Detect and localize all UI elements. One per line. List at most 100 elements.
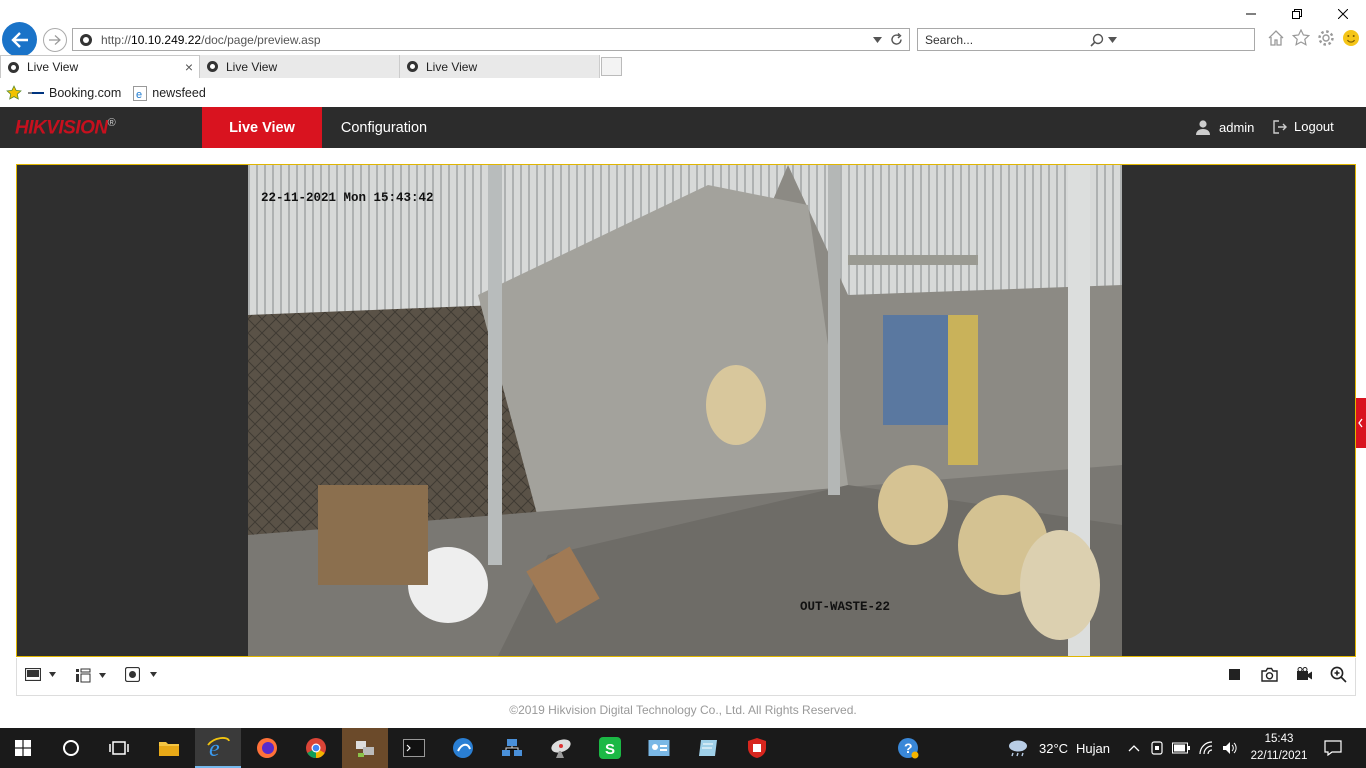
nav-configuration[interactable]: Configuration — [322, 107, 446, 148]
new-tab-button[interactable] — [601, 57, 622, 76]
firefox-icon — [257, 738, 277, 758]
help-question-icon: ? — [898, 738, 919, 759]
tab-live-view-1[interactable]: Live View × — [0, 55, 200, 78]
restore-button[interactable] — [1274, 0, 1320, 28]
user-menu[interactable]: admin — [1195, 119, 1254, 135]
notification-icon — [1324, 740, 1342, 756]
favorite-newsfeed[interactable]: e newsfeed — [133, 85, 206, 101]
stream-type-selector[interactable] — [75, 668, 106, 683]
tab-live-view-2[interactable]: Live View — [200, 55, 400, 78]
ie-page-icon: e — [133, 85, 148, 101]
search-box[interactable]: Search... — [917, 28, 1255, 51]
weather-rain-icon[interactable] — [1005, 738, 1031, 758]
weather-description[interactable]: Hujan — [1076, 741, 1110, 756]
booking-icon — [28, 92, 44, 94]
forward-button[interactable] — [43, 28, 67, 52]
taskbar-remote-app[interactable] — [440, 728, 486, 768]
cortana-circle-icon — [63, 740, 79, 756]
nav-live-view[interactable]: Live View — [202, 107, 322, 148]
favorites-add-icon[interactable] — [6, 85, 22, 101]
hikvision-logo: HIKVISION® — [15, 117, 116, 139]
record-button[interactable] — [1296, 667, 1313, 682]
digital-zoom-button[interactable] — [1330, 666, 1347, 683]
taskbar-terminal[interactable] — [391, 728, 437, 768]
favorite-label: Booking.com — [49, 86, 122, 100]
tab-close-icon[interactable]: × — [185, 59, 193, 75]
copyright-text: ©2019 Hikvision Digital Technology Co., … — [509, 703, 857, 717]
wifi-icon[interactable] — [1198, 741, 1214, 755]
ptz-panel-toggle[interactable] — [1356, 398, 1366, 448]
taskbar-contacts[interactable] — [636, 728, 682, 768]
folder-icon — [159, 742, 179, 756]
taskbar-search-button[interactable] — [48, 728, 94, 768]
favorites-star-icon[interactable] — [1292, 29, 1310, 47]
address-url[interactable]: http://10.10.249.22/doc/page/preview.asp — [101, 33, 873, 47]
system-tray: 32°C Hujan — [1005, 728, 1238, 768]
battery-icon[interactable] — [1172, 742, 1191, 754]
browser-toolbar — [1267, 29, 1360, 47]
taskbar-internet-explorer[interactable]: e — [195, 728, 241, 768]
home-icon[interactable] — [1267, 29, 1285, 47]
tab-label: Live View — [27, 60, 79, 74]
favorite-label: newsfeed — [152, 86, 206, 100]
network-monitor-icon — [502, 739, 522, 756]
taskbar-help[interactable]: ? — [885, 728, 931, 768]
search-icon[interactable] — [1090, 33, 1104, 47]
gear-icon[interactable] — [1317, 29, 1335, 47]
smiley-feedback-icon[interactable] — [1342, 29, 1360, 47]
window-layout-icon — [25, 668, 41, 681]
chevron-down-icon — [150, 672, 157, 677]
task-view-button[interactable] — [96, 728, 142, 768]
taskbar-spreadsheet[interactable]: S — [587, 728, 633, 768]
clock-date: 22/11/2021 — [1250, 750, 1308, 762]
volume-icon[interactable] — [1222, 741, 1238, 755]
nav-live-view-label: Live View — [229, 119, 295, 136]
spreadsheet-s-icon: S — [599, 737, 621, 759]
network-computers-icon — [356, 741, 374, 757]
taskbar-network-monitor[interactable] — [489, 728, 535, 768]
svg-text:S: S — [605, 741, 615, 758]
capture-button[interactable] — [1261, 667, 1278, 682]
logout-icon — [1273, 119, 1287, 134]
taskbar-chrome[interactable] — [293, 728, 339, 768]
taskbar-satellite-app[interactable] — [538, 728, 584, 768]
logout-button[interactable]: Logout — [1273, 119, 1334, 134]
user-icon — [1196, 120, 1210, 135]
back-button[interactable] — [2, 22, 37, 57]
taskbar-firefox[interactable] — [244, 728, 290, 768]
plugin-selector[interactable] — [125, 667, 157, 682]
weather-temperature[interactable]: 32°C — [1039, 741, 1068, 756]
clock-time: 15:43 — [1264, 733, 1294, 745]
nav-configuration-label: Configuration — [340, 119, 428, 136]
taskbar-file-explorer[interactable] — [146, 728, 192, 768]
device-icon[interactable] — [1150, 740, 1164, 756]
taskbar-network-tool[interactable] — [342, 728, 388, 768]
dropdown-icon[interactable] — [873, 36, 882, 43]
site-favicon-icon — [80, 33, 92, 46]
taskbar-security-app[interactable] — [734, 728, 780, 768]
camera-video-feed[interactable] — [248, 165, 1122, 656]
url-prefix: http:// — [101, 32, 132, 47]
refresh-icon[interactable] — [890, 33, 903, 46]
address-bar[interactable]: http://10.10.249.22/doc/page/preview.asp — [72, 28, 910, 51]
taskbar-clock[interactable]: 15:43 22/11/2021 — [1250, 731, 1308, 765]
camera-icon — [1261, 667, 1278, 682]
window-layout-selector[interactable] — [25, 668, 56, 681]
taskbar-notes[interactable] — [685, 728, 731, 768]
search-input[interactable]: Search... — [918, 33, 1083, 47]
tab-live-view-3[interactable]: Live View — [400, 55, 600, 78]
arrow-left-icon — [10, 31, 28, 48]
favorite-booking[interactable]: Booking.com — [28, 86, 121, 100]
chevron-up-icon[interactable] — [1128, 744, 1140, 752]
terminal-icon — [403, 739, 425, 757]
minimize-button[interactable] — [1228, 0, 1274, 28]
close-window-button[interactable] — [1320, 0, 1366, 28]
url-path: /doc/page/preview.asp — [201, 32, 321, 47]
notifications-button[interactable] — [1310, 728, 1356, 768]
video-record-icon — [1297, 667, 1312, 680]
search-dropdown-icon[interactable] — [1108, 36, 1117, 43]
start-button[interactable] — [0, 728, 46, 768]
svg-text:?: ? — [904, 740, 913, 756]
stop-live-view-button[interactable] — [1229, 669, 1240, 680]
tab-favicon-icon — [8, 61, 19, 73]
